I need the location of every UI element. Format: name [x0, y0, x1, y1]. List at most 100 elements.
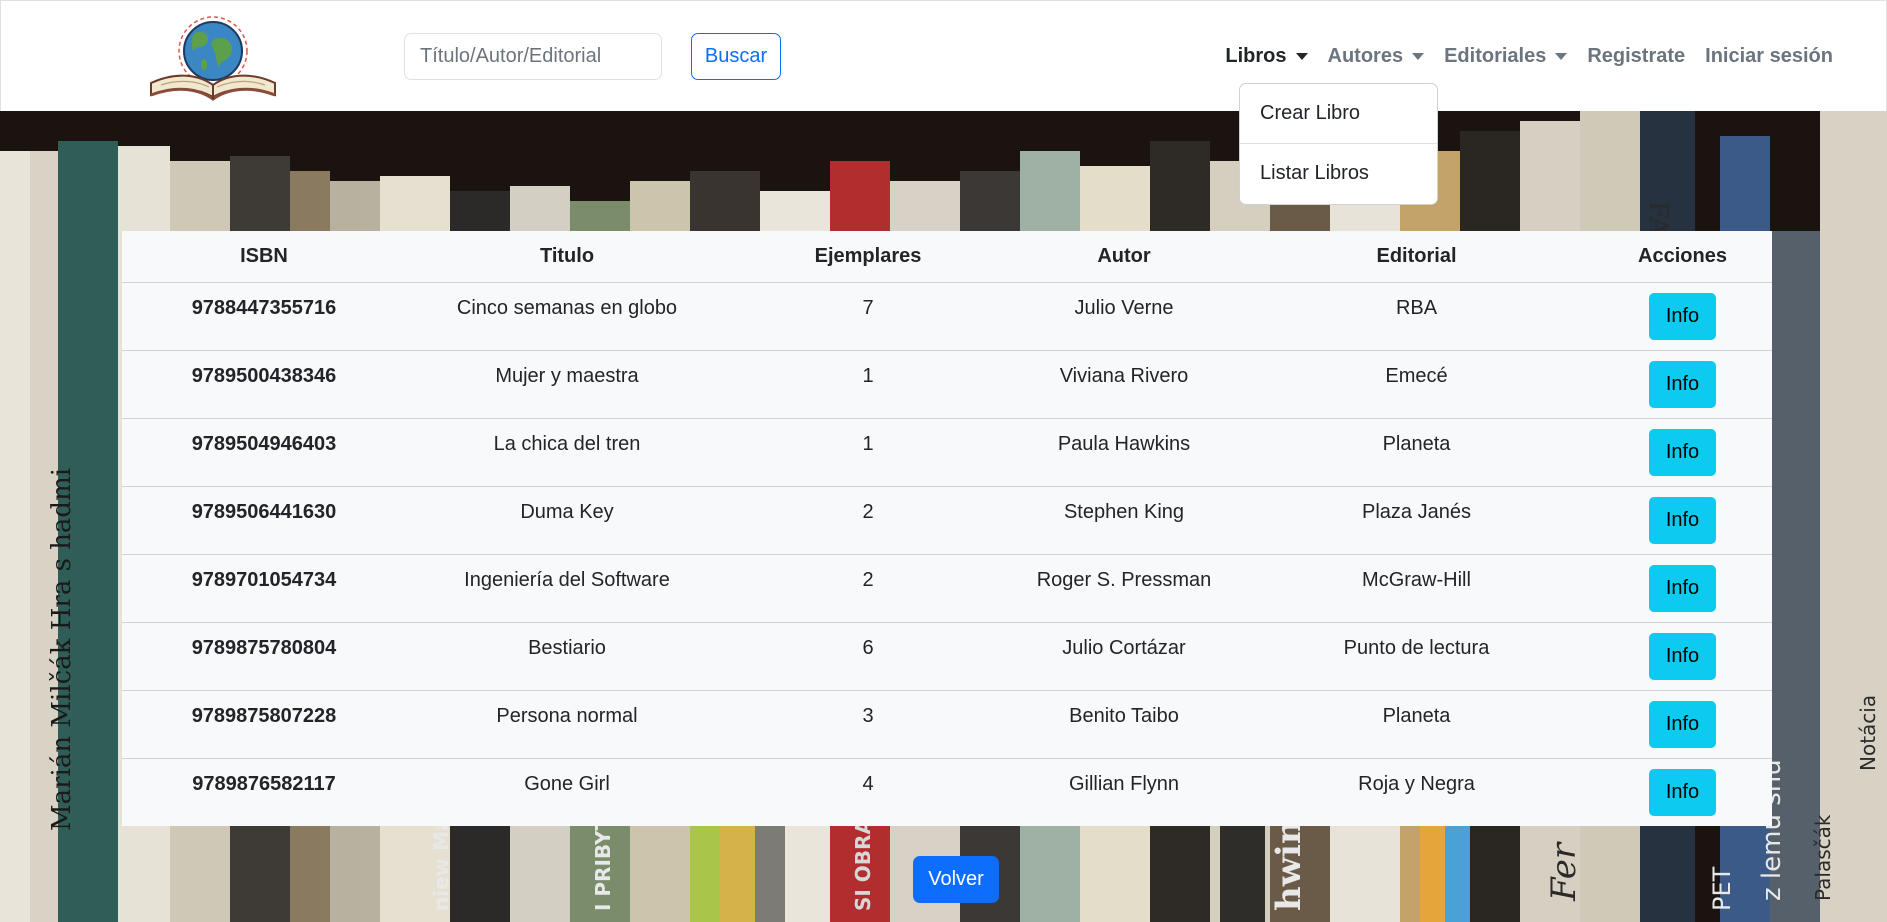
table-row: 9789876582117 Gone Girl 4 Gillian Flynn … [122, 758, 1772, 826]
books-table-container: ISBN Titulo Ejemplares Autor Editorial A… [122, 231, 1772, 826]
spine-text-1: Marián Milčák Hra s hadmi [47, 468, 77, 831]
spine-text-11: SI OBRA [851, 819, 875, 911]
column-header-ejemplares: Ejemplares [728, 231, 1008, 283]
nav-autores-dropdown[interactable]: Autores [1318, 45, 1435, 68]
table-row: 9788447355716 Cinco semanas en globo 7 J… [122, 282, 1772, 351]
cell-ejemplares: 1 [728, 418, 1008, 487]
cell-titulo: La chica del tren [406, 418, 728, 487]
info-button[interactable]: Info [1649, 564, 1716, 612]
cell-isbn: 9789875807228 [122, 690, 406, 759]
globe-on-book-logo[interactable] [147, 11, 281, 101]
spine-text-5: Notácia [1856, 695, 1880, 771]
spine-text-8: PET [1708, 866, 1736, 911]
column-header-titulo: Titulo [406, 231, 728, 283]
cell-ejemplares: 4 [862, 772, 874, 795]
cell-titulo: Ingeniería del Software [406, 554, 728, 623]
menu-item-listar-libros[interactable]: Listar Libros [1240, 148, 1437, 199]
main-nav: Libros Autores Editoriales Registrate In… [1215, 33, 1843, 80]
cell-acciones: Info [1593, 554, 1772, 623]
search-button[interactable]: Buscar [691, 33, 781, 80]
cell-acciones: Info [1593, 622, 1772, 691]
spine-text-4: Fer [1544, 841, 1584, 902]
cell-acciones: Info [1593, 690, 1772, 759]
cell-isbn: 9789500438346 [122, 350, 406, 419]
column-header-acciones: Acciones [1593, 231, 1772, 283]
cell-acciones: Info [1593, 350, 1772, 419]
column-header-autor: Autor [1008, 231, 1240, 283]
cell-editorial: Planeta [1240, 690, 1593, 759]
volver-button[interactable]: Volver [913, 856, 999, 903]
table-header-row: ISBN Titulo Ejemplares Autor Editorial A… [122, 231, 1772, 283]
cell-editorial: RBA [1240, 282, 1593, 351]
caret-down-icon [1295, 53, 1308, 60]
cell-isbn: 9788447355716 [122, 282, 406, 351]
cell-isbn: 9789701054734 [122, 554, 406, 623]
cell-ejemplares: 7 [728, 282, 1008, 351]
dropdown-divider [1240, 143, 1437, 144]
cell-acciones: Info [1593, 282, 1772, 351]
cell-titulo: Gone Girl [524, 772, 610, 795]
table-row: 9789504946403 La chica del tren 1 Paula … [122, 418, 1772, 487]
cell-editorial: Punto de lectura [1240, 622, 1593, 691]
cell-autor: Julio Cortázar [1008, 622, 1240, 691]
cell-autor: Benito Taibo [1008, 690, 1240, 759]
info-button[interactable]: Info [1649, 496, 1716, 544]
cell-ejemplares: 2 [728, 486, 1008, 555]
cell-autor: Gillian Flynn [1068, 772, 1180, 795]
spine-text-6: Palasčák [1811, 814, 1835, 901]
cell-titulo: Cinco semanas en globo [406, 282, 728, 351]
cell-autor: Roger S. Pressman [1008, 554, 1240, 623]
nav-autores-label: Autores [1327, 45, 1404, 67]
table-row: 9789701054734 Ingeniería del Software 2 … [122, 554, 1772, 623]
cell-titulo: Persona normal [406, 690, 728, 759]
nav-libros-label: Libros [1225, 45, 1287, 67]
cell-isbn: 9789875780804 [122, 622, 406, 691]
table-row: 9789875780804 Bestiario 6 Julio Cortázar… [122, 622, 1772, 691]
info-button[interactable]: Info [1649, 360, 1716, 408]
cell-editorial: Emecé [1240, 350, 1593, 419]
info-button[interactable]: Info [1649, 700, 1716, 748]
cell-autor: Viviana Rivero [1008, 350, 1240, 419]
cell-isbn: 9789506441630 [122, 486, 406, 555]
books-table: ISBN Titulo Ejemplares Autor Editorial A… [122, 231, 1772, 826]
navbar: Buscar Libros Autores Editoriales Regist… [0, 0, 1887, 111]
cell-editorial: McGraw-Hill [1240, 554, 1593, 623]
info-button[interactable]: Info [1649, 292, 1716, 340]
cell-isbn: 9789504946403 [122, 418, 406, 487]
info-button[interactable]: Info [1649, 632, 1716, 680]
cell-titulo: Mujer y maestra [406, 350, 728, 419]
cell-ejemplares: 2 [728, 554, 1008, 623]
cell-acciones: Info [1593, 486, 1772, 555]
caret-down-icon [1412, 53, 1425, 60]
column-header-editorial: Editorial [1240, 231, 1593, 283]
cell-acciones: Info [1593, 758, 1772, 826]
spine-text-10: I PRIBYT [591, 816, 615, 911]
cell-titulo: Bestiario [406, 622, 728, 691]
cell-autor: Julio Verne [1008, 282, 1240, 351]
nav-registrate-link[interactable]: Registrate [1577, 45, 1695, 68]
search-input[interactable] [404, 33, 662, 80]
cell-ejemplares: 3 [728, 690, 1008, 759]
cell-isbn: 9789876582117 [192, 772, 336, 795]
table-row: 9789875807228 Persona normal 3 Benito Ta… [122, 690, 1772, 759]
cell-ejemplares: 1 [728, 350, 1008, 419]
cell-titulo: Duma Key [406, 486, 728, 555]
menu-item-crear-libro[interactable]: Crear Libro [1240, 88, 1437, 139]
table-row: 9789506441630 Duma Key 2 Stephen King Pl… [122, 486, 1772, 555]
cell-autor: Stephen King [1008, 486, 1240, 555]
libros-dropdown-menu: Crear Libro Listar Libros [1239, 83, 1438, 205]
column-header-isbn: ISBN [122, 231, 406, 283]
info-button[interactable]: Info [1649, 768, 1716, 816]
spine-text-9: hwin [1269, 819, 1309, 911]
table-row: 9789500438346 Mujer y maestra 1 Viviana … [122, 350, 1772, 419]
cell-editorial: Planeta [1240, 418, 1593, 487]
nav-editoriales-dropdown[interactable]: Editoriales [1434, 45, 1577, 68]
nav-editoriales-label: Editoriales [1444, 45, 1547, 67]
caret-down-icon [1555, 53, 1568, 60]
cell-acciones: Info [1593, 418, 1772, 487]
cell-editorial: Roja y Negra [1358, 772, 1475, 795]
nav-libros-dropdown[interactable]: Libros [1215, 45, 1317, 68]
nav-login-link[interactable]: Iniciar sesión [1695, 45, 1843, 68]
info-button[interactable]: Info [1649, 428, 1716, 476]
cell-ejemplares: 6 [728, 622, 1008, 691]
